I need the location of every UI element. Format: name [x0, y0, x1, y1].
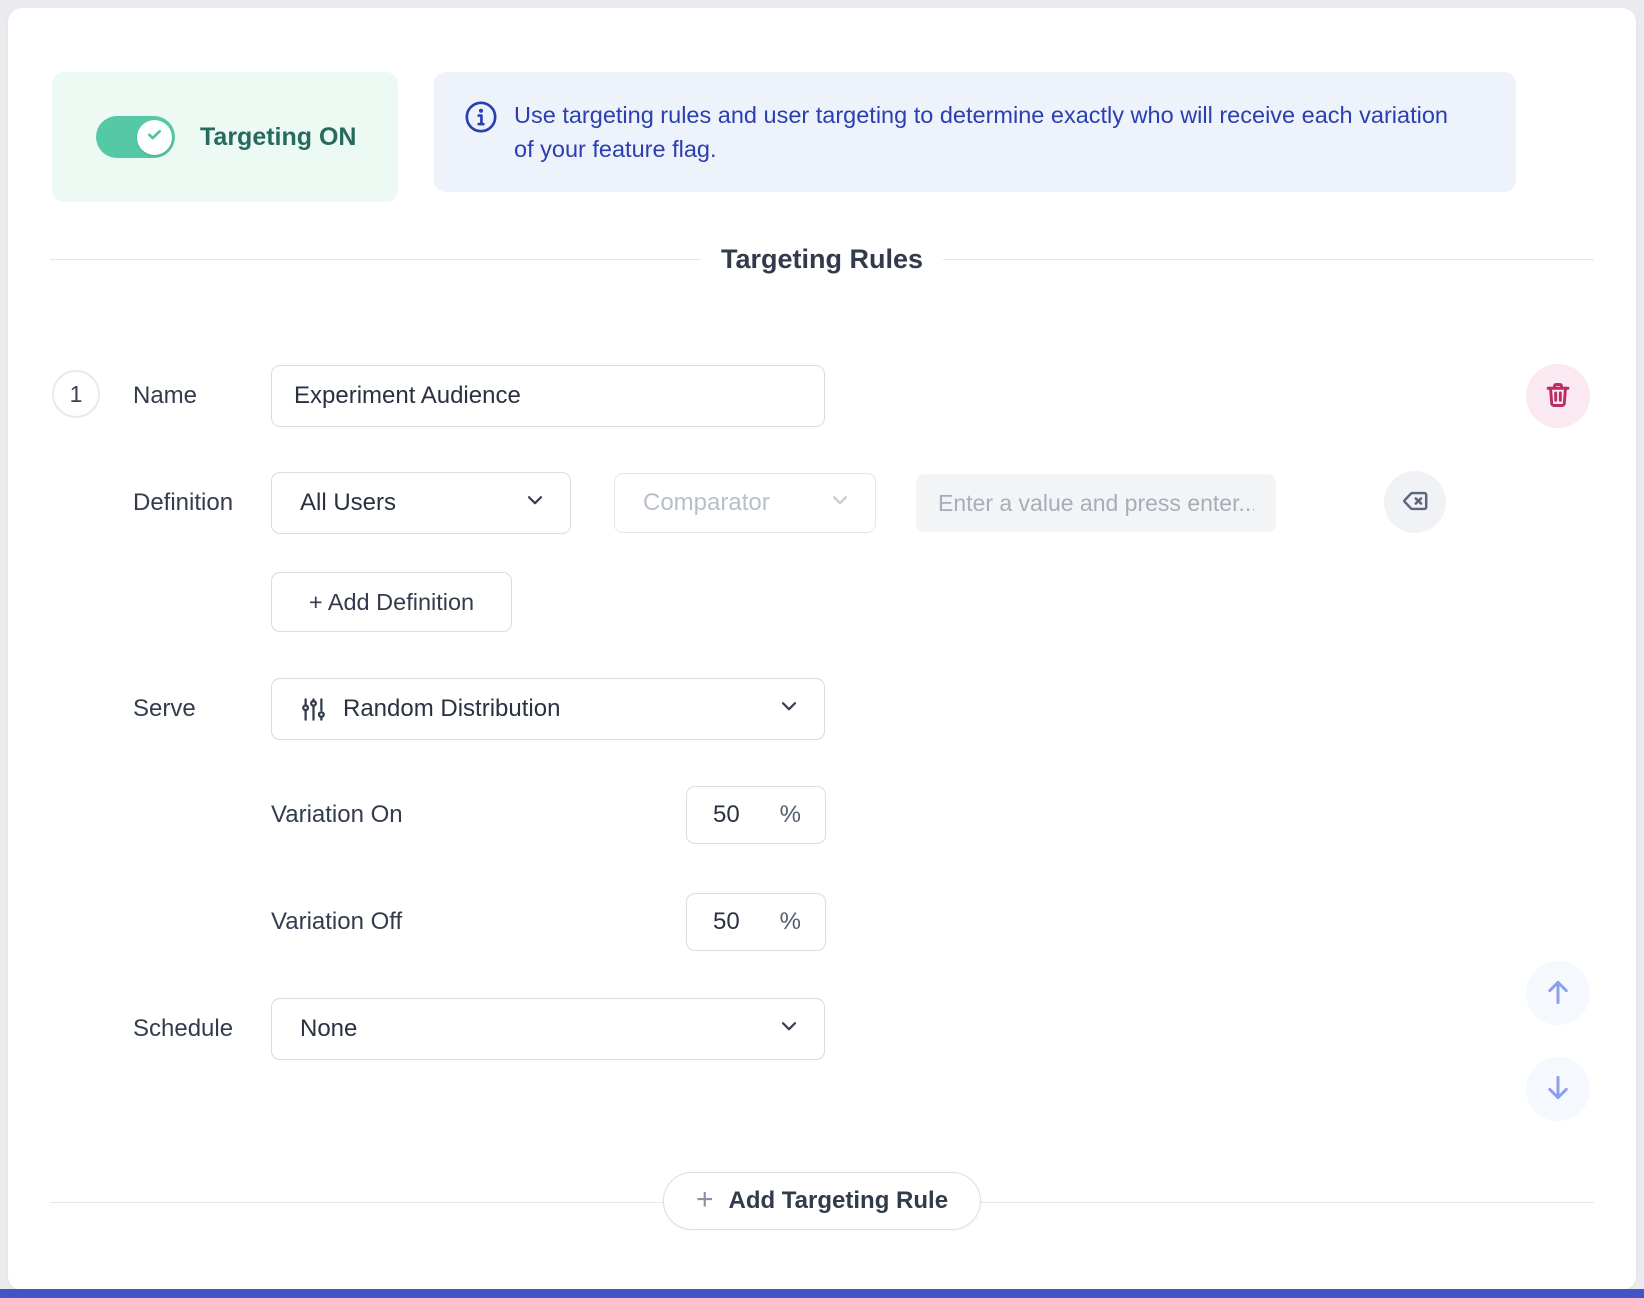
arrow-up-icon	[1542, 976, 1574, 1011]
toggle-knob	[137, 120, 172, 155]
variation-off-label: Variation Off	[271, 893, 402, 951]
schedule-select[interactable]: None	[271, 998, 825, 1060]
name-label: Name	[133, 365, 197, 427]
schedule-select-value: None	[300, 1015, 357, 1043]
serve-label: Serve	[133, 678, 196, 740]
chevron-down-icon	[829, 489, 851, 518]
divider-left	[50, 259, 701, 260]
variation-off-input[interactable]: 50 %	[686, 893, 826, 951]
schedule-label: Schedule	[133, 998, 233, 1060]
divider-right	[943, 259, 1594, 260]
page-bottom-bar	[0, 1289, 1644, 1298]
definition-label: Definition	[133, 472, 233, 534]
section-header: Targeting Rules	[50, 241, 1594, 277]
trash-icon	[1544, 381, 1572, 412]
variation-on-input[interactable]: 50 %	[686, 786, 826, 844]
move-rule-up-button[interactable]	[1526, 961, 1590, 1025]
targeting-toggle-label: Targeting ON	[200, 72, 356, 202]
variation-on-value: 50	[713, 801, 740, 829]
sliders-icon	[300, 696, 327, 723]
plus-icon: +	[696, 1185, 714, 1215]
rule-name-input[interactable]	[271, 365, 825, 427]
definition-value-input	[916, 474, 1276, 532]
toggle-check-icon	[145, 125, 164, 149]
add-targeting-rule-button[interactable]: + Add Targeting Rule	[663, 1172, 981, 1230]
percent-unit: %	[780, 908, 801, 936]
variation-on-label: Variation On	[271, 786, 403, 844]
attribute-select-value: All Users	[300, 489, 396, 517]
page-title: Targeting Rules	[721, 244, 923, 275]
comparator-placeholder: Comparator	[643, 489, 770, 517]
chevron-down-icon	[524, 489, 546, 518]
comparator-select[interactable]: Comparator	[614, 473, 876, 533]
clear-definition-button[interactable]	[1384, 471, 1446, 533]
add-definition-button[interactable]: + Add Definition	[271, 572, 512, 632]
info-icon	[464, 100, 498, 139]
delete-rule-button[interactable]	[1526, 364, 1590, 428]
serve-select[interactable]: Random Distribution	[271, 678, 825, 740]
backspace-icon	[1401, 487, 1429, 518]
serve-select-value: Random Distribution	[343, 695, 560, 723]
variation-off-value: 50	[713, 908, 740, 936]
chevron-down-icon	[778, 1015, 800, 1044]
targeting-card: Targeting ON Use targeting rules and use…	[8, 8, 1636, 1290]
arrow-down-icon	[1542, 1072, 1574, 1107]
info-banner: Use targeting rules and user targeting t…	[434, 72, 1516, 192]
add-targeting-rule-label: Add Targeting Rule	[728, 1187, 948, 1215]
rule-number-badge: 1	[52, 370, 100, 418]
percent-unit: %	[780, 801, 801, 829]
targeting-toggle[interactable]	[96, 116, 175, 158]
targeting-toggle-panel: Targeting ON	[52, 72, 398, 202]
attribute-select[interactable]: All Users	[271, 472, 571, 534]
info-banner-text: Use targeting rules and user targeting t…	[514, 98, 1464, 166]
move-rule-down-button[interactable]	[1526, 1057, 1590, 1121]
chevron-down-icon	[778, 695, 800, 724]
